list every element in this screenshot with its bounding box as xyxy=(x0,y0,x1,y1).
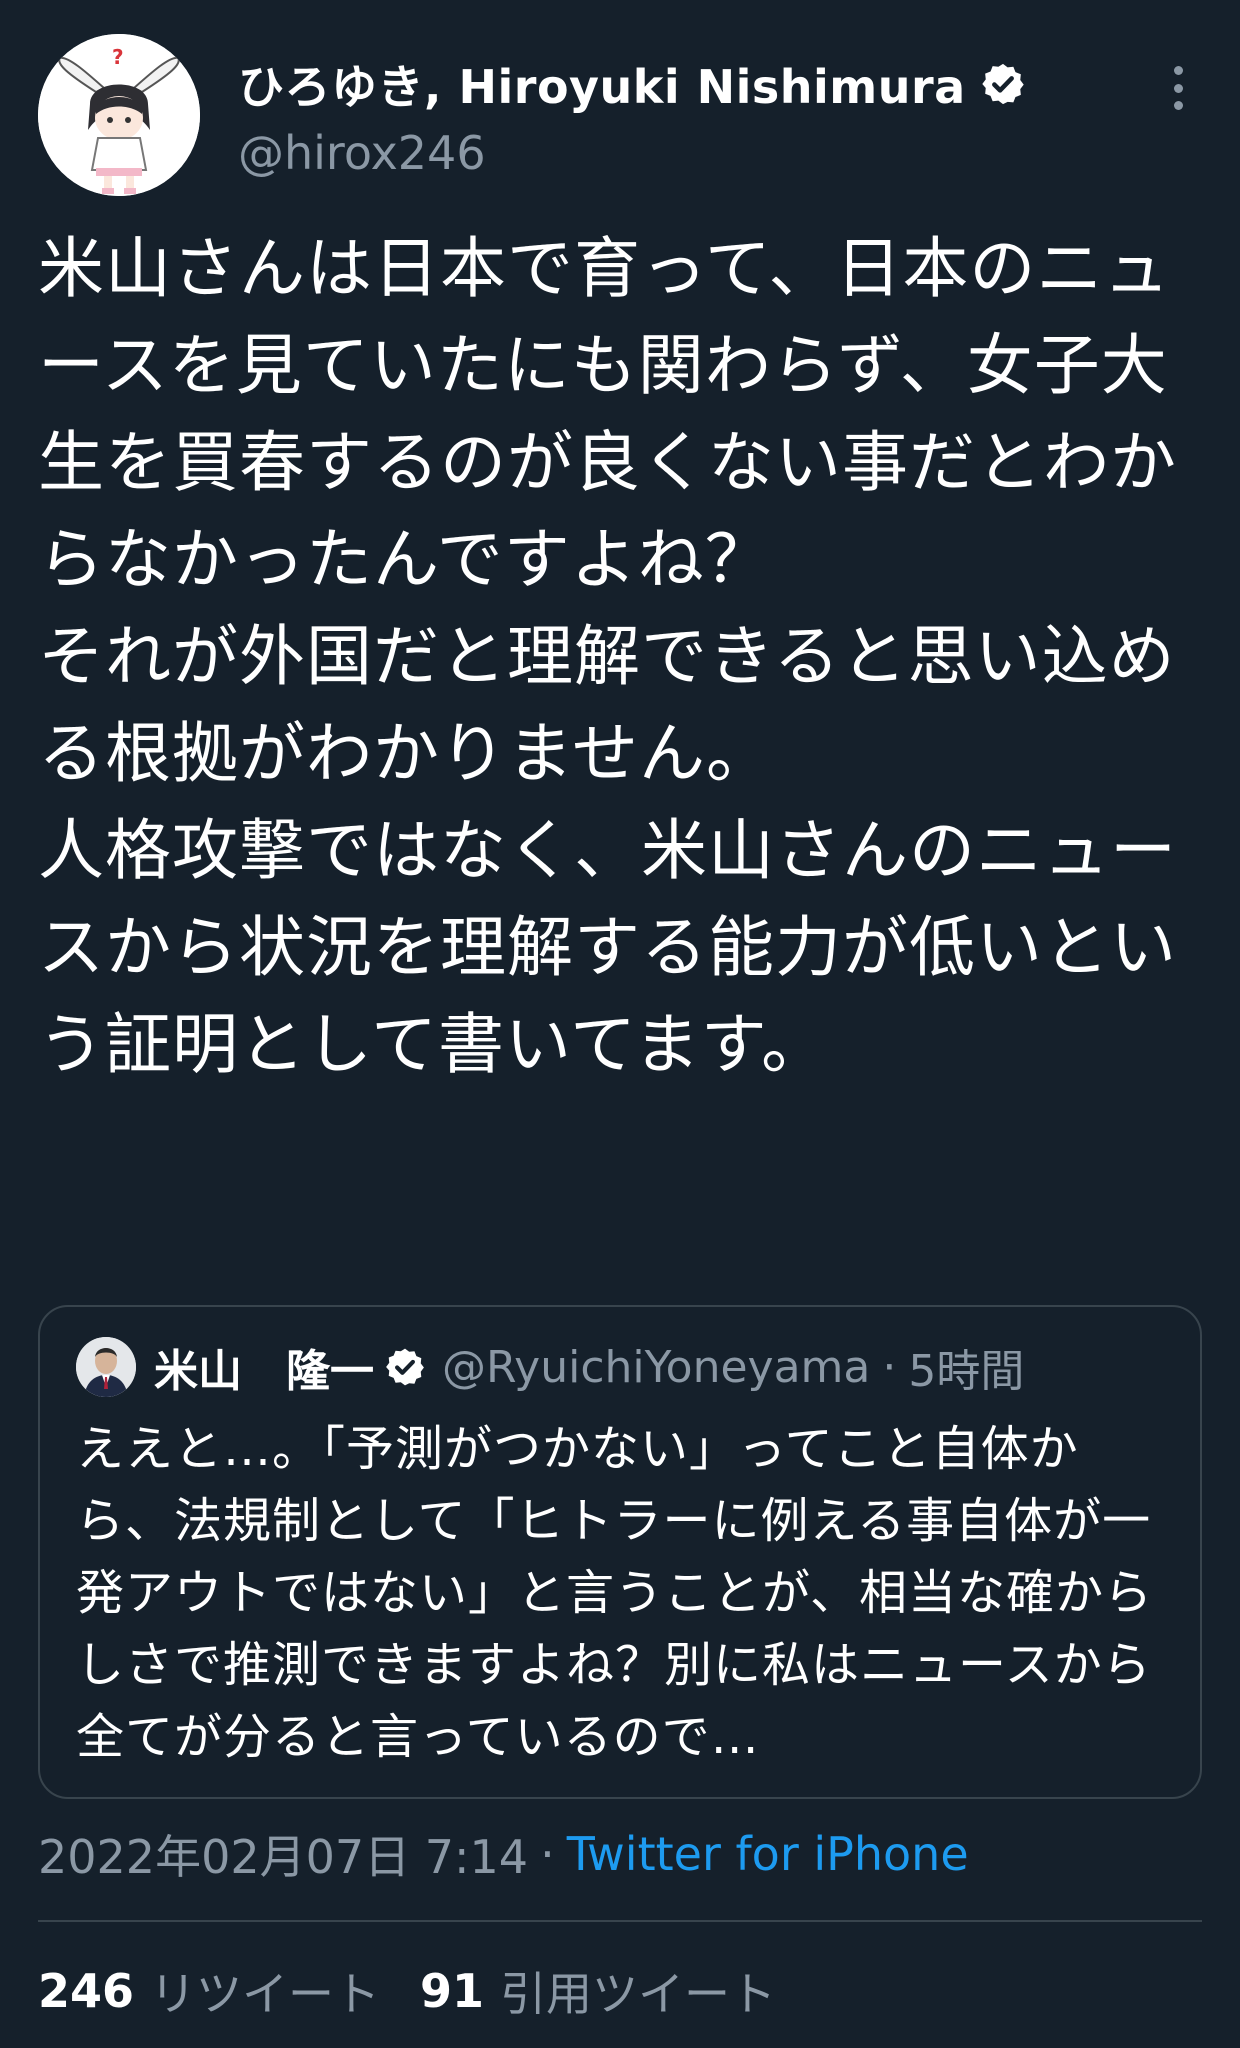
tweet-detail-page: ? ひろゆき, Hiroyuki Nishimura @hirox246 米山さ… xyxy=(0,0,1240,2048)
divider xyxy=(38,1920,1202,1922)
retweet-label[interactable]: リツイート xyxy=(150,1958,380,2024)
retweet-count[interactable]: 246 xyxy=(38,1964,134,2018)
verified-badge-icon xyxy=(982,63,1024,105)
avatar-illustration: ? xyxy=(38,34,200,196)
quoted-author-handle: @RyuichiYoneyama xyxy=(442,1341,871,1393)
author-avatar[interactable]: ? xyxy=(38,34,200,196)
tweet-timestamp[interactable]: 2022年02月07日 7:14 xyxy=(38,1821,528,1887)
quoted-timestamp: 5時間 xyxy=(908,1346,1025,1397)
more-dot xyxy=(1173,101,1183,110)
more-dot xyxy=(1173,66,1183,75)
more-dot xyxy=(1173,83,1183,93)
more-options-icon[interactable] xyxy=(1154,60,1202,116)
quoted-tweet-card[interactable]: 米山 隆一 @RyuichiYoneyama · 5時間 ええと…。「予測がつか… xyxy=(38,1305,1202,1799)
verified-badge-icon xyxy=(386,1348,424,1386)
quote-count[interactable]: 91 xyxy=(420,1964,484,2018)
author-name[interactable]: ひろゆき, Hiroyuki Nishimura xyxy=(238,51,966,117)
quoted-author-name: 米山 隆一 xyxy=(154,1346,374,1397)
quoted-author-avatar xyxy=(76,1337,136,1397)
tweet-stats: 246 リツイート 91 引用ツイート xyxy=(38,1956,816,2026)
quote-label[interactable]: 引用ツイート xyxy=(500,1958,776,2024)
svg-text:?: ? xyxy=(112,45,124,69)
author-name-row[interactable]: ひろゆき, Hiroyuki Nishimura xyxy=(238,48,1026,120)
tweet-header: ? ひろゆき, Hiroyuki Nishimura @hirox246 xyxy=(38,34,1202,204)
tweet-meta: 2022年02月07日 7:14 · Twitter for iPhone xyxy=(38,1822,969,1886)
tweet-source-link[interactable]: Twitter for iPhone xyxy=(567,1827,969,1881)
quoted-avatar-illustration xyxy=(76,1337,136,1397)
meta-separator: · xyxy=(540,1827,555,1881)
quoted-tweet-text: ええと…。「予測がつかない」ってこと自体から、法規制として「ヒトラーに例える事自… xyxy=(76,1421,1154,1765)
tweet-text: 米山さんは日本で育って、日本のニュースを見ていたにも関わらず、女子大生を買春する… xyxy=(38,230,1177,1083)
quoted-separator: · xyxy=(882,1341,897,1393)
author-handle[interactable]: @hirox246 xyxy=(238,126,486,180)
quoted-tweet-header: 米山 隆一 @RyuichiYoneyama · 5時間 xyxy=(76,1335,1024,1399)
